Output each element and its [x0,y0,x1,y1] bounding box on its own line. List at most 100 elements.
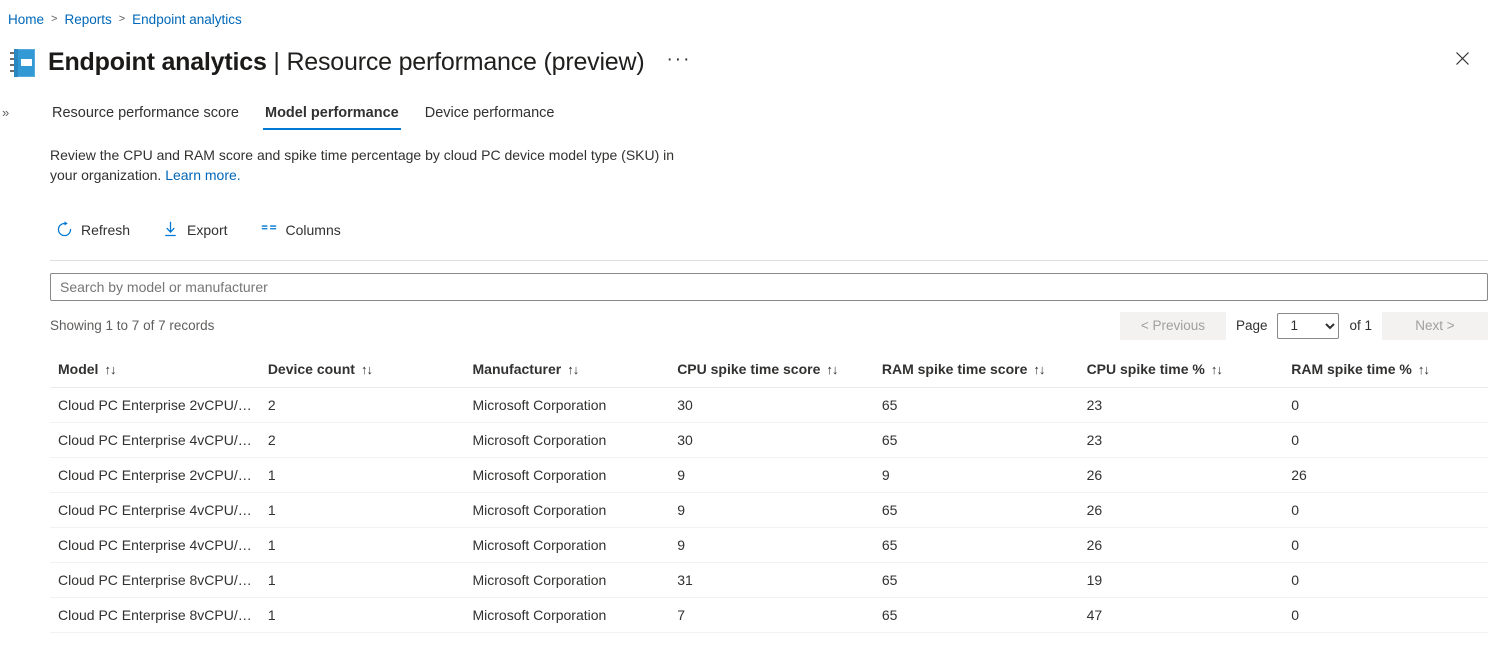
cell-cpu_spike_time_score: 31 [669,562,874,598]
download-icon [162,221,179,238]
table-row[interactable]: Cloud PC Enterprise 4vCPU/16... 1 Microsof… [50,492,1488,528]
breadcrumb-separator: > [51,13,58,25]
cell-manufacturer: Microsoft Corporation [464,562,670,598]
close-icon[interactable] [1446,42,1478,74]
table-row[interactable]: Cloud PC Enterprise 4vCPU/16... 2 Microsof… [50,422,1488,458]
breadcrumb-item-home[interactable]: Home [8,12,44,27]
column-header-cpu-spike-time-score[interactable]: CPU spike time score ↑↓ [669,354,874,388]
cell-model: Cloud PC Enterprise 4vCPU/16... [50,527,260,563]
page-number-select[interactable]: 1 [1277,312,1340,339]
column-header-cpu-spike-time-pct[interactable]: CPU spike time % ↑↓ [1078,354,1284,388]
cell-device_count: 1 [259,457,465,493]
cell-model: Cloud PC Enterprise 2vCPU/8... [50,387,260,423]
sort-icon[interactable]: ↑↓ [826,362,838,377]
refresh-button[interactable]: Refresh [52,218,134,241]
column-header-cpu-spike-time-pct-label: CPU spike time % [1086,360,1205,377]
cell-manufacturer: Microsoft Corporation [464,527,670,563]
cell-ram_spike_time_score: 65 [873,527,1079,563]
cell-device_count: 1 [259,492,465,528]
columns-icon [260,221,278,238]
cell-ram_spike_time_score: 65 [873,597,1079,633]
cell-ram_spike_time_score: 65 [873,422,1079,458]
cell-cpu_spike_time_score: 30 [669,422,874,458]
cell-cpu_spike_time_pct: 19 [1078,562,1284,598]
cell-cpu_spike_time_pct: 26 [1078,527,1284,563]
more-options-icon[interactable]: ··· [660,48,697,77]
sort-icon[interactable]: ↑↓ [1418,362,1430,377]
toolbar-divider [50,259,1488,261]
expand-nav-icon[interactable]: » [2,105,9,120]
total-pages-label: of 1 [1349,318,1372,334]
sort-icon[interactable]: ↑↓ [1033,362,1045,377]
table-row[interactable]: Cloud PC Enterprise 2vCPU/4... 1 Microsoft… [50,457,1488,493]
cell-cpu_spike_time_score: 9 [669,492,874,528]
column-header-ram-spike-time-score[interactable]: RAM spike time score ↑↓ [873,354,1079,388]
sort-icon[interactable]: ↑↓ [104,362,116,377]
records-pagination-row: Showing 1 to 7 of 7 records < Previous P… [50,311,1488,341]
cell-cpu_spike_time_pct: 23 [1078,387,1284,423]
cell-cpu_spike_time_pct: 26 [1078,492,1284,528]
column-header-manufacturer[interactable]: Manufacturer ↑↓ [464,354,670,388]
refresh-icon [56,221,73,238]
cell-cpu_spike_time_score: 30 [669,387,874,423]
cell-manufacturer: Microsoft Corporation [464,492,670,528]
column-header-model-label: Model [58,360,99,377]
cell-device_count: 1 [259,527,465,563]
description-text: Review the CPU and RAM score and spike t… [50,147,675,183]
column-header-manufacturer-label: Manufacturer [472,360,562,377]
column-header-cpu-spike-time-score-label: CPU spike time score [677,360,821,377]
page-title: Endpoint analytics | Resource performanc… [48,47,645,77]
cell-ram_spike_time_pct: 0 [1283,562,1488,598]
breadcrumb-separator: > [118,13,126,25]
cell-device_count: 1 [259,597,465,633]
breadcrumb-item-endpoint-analytics[interactable]: Endpoint analytics [132,12,242,27]
tab-device-performance[interactable]: Device performance [423,101,557,130]
sort-icon[interactable]: ↑↓ [1211,362,1223,377]
export-label: Export [187,221,228,238]
cell-ram_spike_time_score: 9 [873,457,1079,493]
cell-cpu_spike_time_pct: 47 [1078,597,1284,633]
cell-manufacturer: Microsoft Corporation [464,387,670,423]
page-title-separator: | [273,47,280,76]
page-description: Review the CPU and RAM score and spike t… [50,146,685,186]
learn-more-link[interactable]: Learn more. [165,167,240,183]
table-row[interactable]: Cloud PC Enterprise 4vCPU/16... 1 Microsof… [50,527,1488,563]
page-header: Endpoint analytics | Resource performanc… [0,30,1500,88]
columns-label: Columns [285,221,341,238]
command-bar: Refresh Export Columns [52,214,1500,246]
columns-button[interactable]: Columns [256,218,345,241]
table-row[interactable]: Cloud PC Enterprise 8vCPU/32... 1 Microsof… [50,562,1488,598]
records-count-label: Showing 1 to 7 of 7 records [50,318,215,334]
tab-resource-performance-score[interactable]: Resource performance score [50,101,241,130]
sort-icon[interactable]: ↑↓ [361,362,373,377]
cell-model: Cloud PC Enterprise 2vCPU/4... [50,457,260,493]
cell-ram_spike_time_pct: 0 [1283,387,1488,423]
cell-model: Cloud PC Enterprise 4vCPU/16... [50,492,260,528]
column-header-ram-spike-time-pct[interactable]: RAM spike time % ↑↓ [1283,354,1488,388]
sort-icon[interactable]: ↑↓ [567,362,579,377]
cell-manufacturer: Microsoft Corporation [464,457,670,493]
cell-cpu_spike_time_pct: 23 [1078,422,1284,458]
notebook-icon [10,48,36,78]
export-button[interactable]: Export [158,218,231,241]
cell-cpu_spike_time_pct: 26 [1078,457,1284,493]
tab-list: Resource performance score Model perform… [0,96,1500,130]
cell-ram_spike_time_pct: 0 [1283,527,1488,563]
column-header-device-count[interactable]: Device count ↑↓ [259,354,465,388]
results-table-container: Model ↑↓ Device count ↑↓ Manufacturer ↑↓ CP… [50,354,1488,633]
cell-cpu_spike_time_score: 7 [669,597,874,633]
next-page-button[interactable]: Next > [1382,311,1488,340]
cell-model: Cloud PC Enterprise 8vCPU/32... [50,597,260,633]
breadcrumb-item-reports[interactable]: Reports [64,12,111,27]
previous-page-button[interactable]: < Previous [1119,311,1226,340]
cell-ram_spike_time_pct: 0 [1283,422,1488,458]
search-input[interactable] [50,272,1488,301]
column-header-device-count-label: Device count [267,360,355,377]
cell-ram_spike_time_score: 65 [873,492,1079,528]
table-header: Model ↑↓ Device count ↑↓ Manufacturer ↑↓ CP… [50,354,1488,388]
tab-model-performance[interactable]: Model performance [262,101,401,130]
table-row[interactable]: Cloud PC Enterprise 8vCPU/32... 1 Microsof… [50,597,1488,633]
column-header-model[interactable]: Model ↑↓ [50,354,260,388]
search-container [50,272,1488,301]
table-row[interactable]: Cloud PC Enterprise 2vCPU/8... 2 Microsoft… [50,387,1488,423]
